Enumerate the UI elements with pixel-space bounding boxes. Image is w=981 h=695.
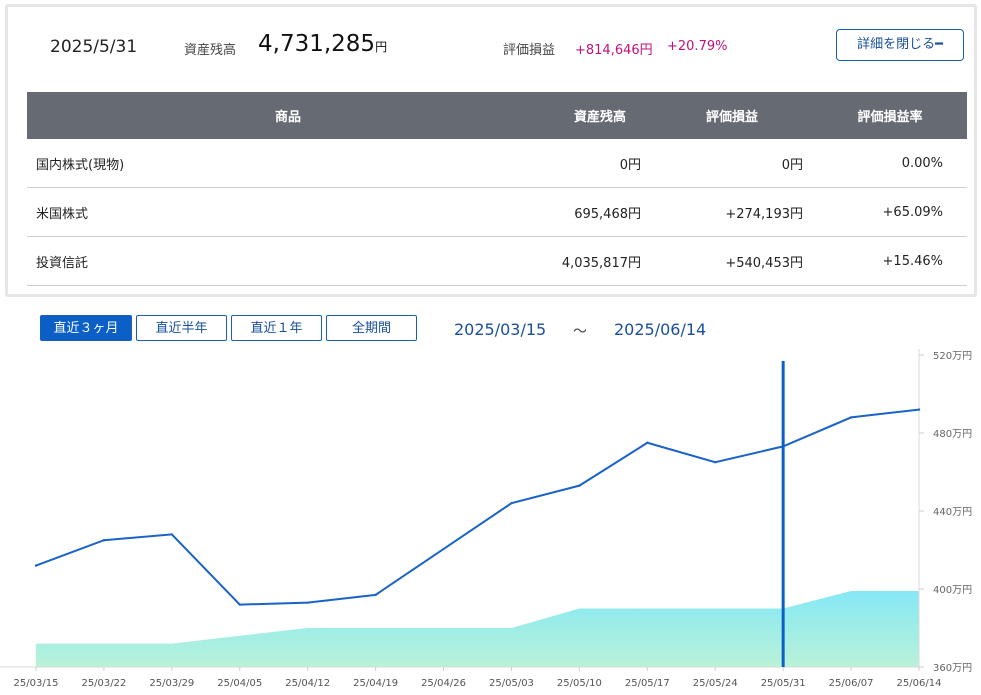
x-tick-label: 25/05/24 [693,678,738,689]
summary-header: 2025/5/31 資産残高 4,731,285円 評価損益 +814,646円… [8,7,974,91]
x-tick-label: 25/03/15 [14,678,59,689]
x-tick-label: 25/03/22 [81,678,126,689]
row-rate: +65.09% [813,187,967,237]
y-tick-label: 360万円 [933,663,972,674]
tab-all-time[interactable]: 全期間 [326,315,417,341]
data-point [578,484,581,487]
row-name: 国内株式(現物) [27,139,549,188]
y-tick-label: 520万円 [933,351,972,362]
data-point [238,603,241,606]
x-tick-label: 25/06/14 [897,678,942,689]
x-tick-label: 25/05/17 [625,678,670,689]
table-row: 国内株式(現物) 0円 0円 0.00% [27,139,967,188]
balance-line-series [35,408,920,606]
x-tick-label: 25/05/10 [557,678,602,689]
row-balance: 0円 [549,139,651,188]
row-rate: 0.00% [813,139,967,188]
area-series [36,590,919,667]
summary-date: 2025/5/31 [50,37,138,57]
table-row: 米国株式 695,468円 +274,193円 +65.09% [27,187,967,237]
holdings-table: 商品 資産残高 評価損益 評価損益率 国内株式(現物) 0円 0円 0.00% … [27,92,967,286]
data-point [170,533,174,536]
x-tick-label: 25/05/31 [761,678,806,689]
row-balance: 695,468円 [549,187,651,237]
range-start-date[interactable]: 2025/03/15 [454,320,546,339]
row-balance: 4,035,817円 [549,236,651,286]
tab-6-months[interactable]: 直近半年 [136,315,227,341]
balance-unit: 円 [375,40,388,54]
table-header-row: 商品 資産残高 評価損益 評価損益率 [27,92,967,139]
y-tick-label: 480万円 [933,429,972,440]
range-separator: ～ [573,324,587,340]
data-point [917,408,921,411]
data-point [374,593,377,597]
range-end-date[interactable]: 2025/06/14 [614,320,706,339]
asset-chart[interactable]: 360万円 400万円 440万円 480万円 520万円 25/03/15 25/03/2… [0,345,981,695]
y-tick-label: 400万円 [933,585,972,596]
data-point [714,461,717,464]
close-details-button[interactable]: 詳細を閉じる━ [836,29,964,61]
pl-value: +814,646円 [575,43,653,58]
summary-card: 2025/5/31 資産残高 4,731,285円 評価損益 +814,646円… [5,4,977,297]
data-point [510,502,513,505]
row-name: 投資信託 [27,236,549,286]
row-rate: +15.46% [813,236,967,286]
header-balance: 資産残高 [549,92,651,139]
tab-1-year[interactable]: 直近１年 [231,315,322,341]
pl-rate: +20.79% [667,39,728,54]
header-pl: 評価損益 [651,92,813,139]
x-tick-label: 25/03/29 [149,678,194,689]
header-product: 商品 [27,92,549,139]
table-row: 投資信託 4,035,817円 +540,453円 +15.46% [27,236,967,286]
header-pl-rate: 評価損益率 [813,92,967,139]
balance-value: 4,731,285円 [258,31,387,57]
row-name: 米国株式 [27,187,549,237]
x-tick-label: 25/05/03 [489,678,534,689]
row-pl: +274,193円 [651,187,813,237]
x-tick-label: 25/04/26 [421,678,466,689]
row-pl: 0円 [651,139,813,188]
pl-label: 評価損益 [503,43,556,58]
x-tick-label: 25/06/07 [829,678,874,689]
x-tick-label: 25/04/12 [285,678,330,689]
balance-amount: 4,731,285 [258,31,376,57]
data-point [102,539,106,542]
data-point [306,601,309,604]
balance-label: 資産残高 [184,43,237,58]
tab-3-months[interactable]: 直近３ヶ月 [40,315,132,341]
data-point [34,564,38,567]
data-point [646,441,649,444]
data-point [849,416,853,419]
x-tick-label: 25/04/05 [217,678,262,689]
row-pl: +540,453円 [651,236,813,286]
y-tick-label: 440万円 [933,507,972,518]
x-tick-label: 25/04/19 [353,678,398,689]
